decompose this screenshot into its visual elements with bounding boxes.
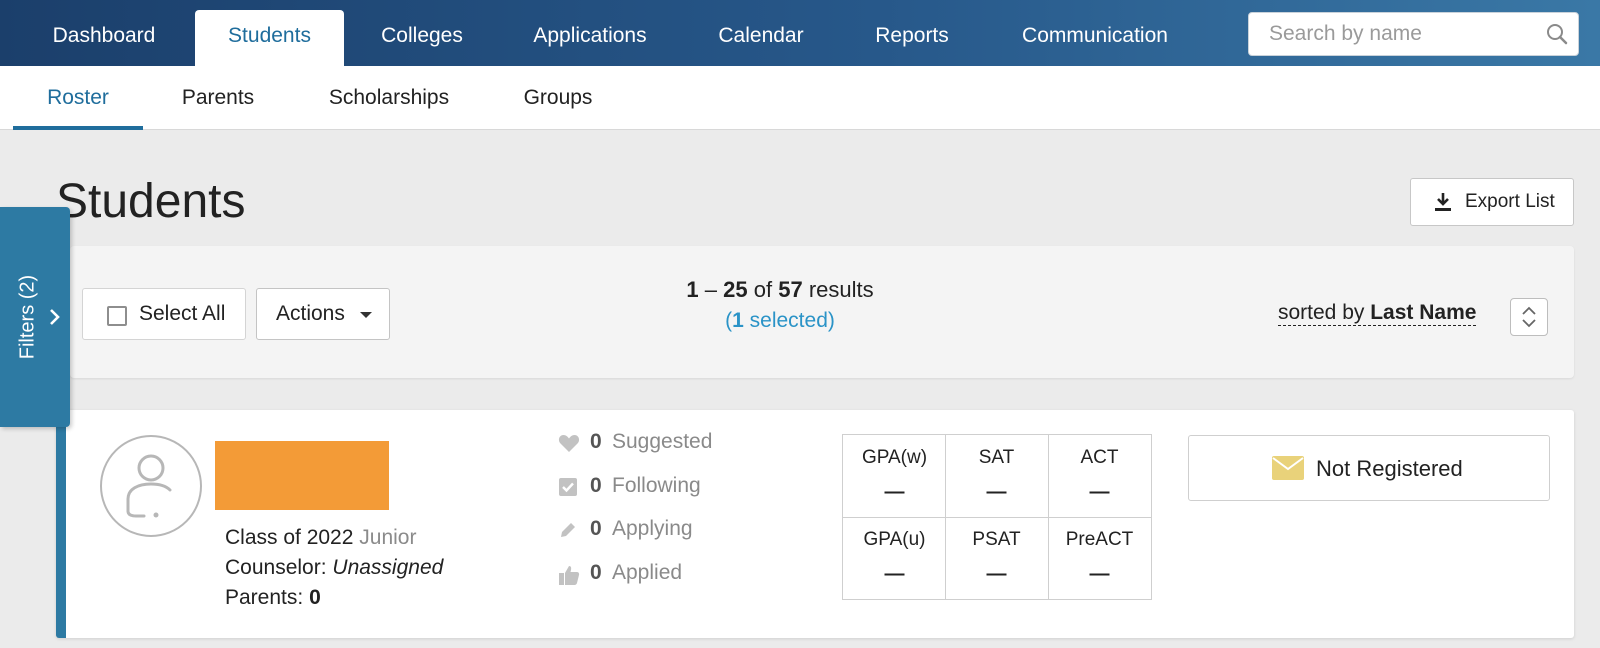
envelope-icon xyxy=(1272,456,1304,480)
class-of: Class of 2022 xyxy=(225,526,354,549)
sub-nav: Roster Parents Scholarships Groups xyxy=(0,66,1600,130)
tab-calendar[interactable]: Calendar xyxy=(698,10,824,66)
parents-count: 0 xyxy=(309,586,321,609)
applying-count: 0 xyxy=(590,517,602,540)
range-end: 25 xyxy=(723,277,748,302)
top-nav: Dashboard Students Colleges Applications… xyxy=(0,0,1600,66)
selected-count: 1 xyxy=(732,309,744,332)
score-gpa-unweighted: GPA(u) — xyxy=(843,517,946,599)
search-icon[interactable] xyxy=(1546,23,1568,45)
score-value: — xyxy=(884,563,905,585)
subtab-scholarships[interactable]: Scholarships xyxy=(314,66,464,130)
applying-label: Applying xyxy=(612,517,693,540)
tab-colleges[interactable]: Colleges xyxy=(360,10,484,66)
score-value: — xyxy=(986,481,1007,503)
sorted-by-field: Last Name xyxy=(1370,301,1477,324)
counselor-line: Counselor: Unassigned xyxy=(225,553,443,583)
results-count: 1 – 25 of 57 results xyxy=(600,277,960,303)
registration-status-button[interactable]: Not Registered xyxy=(1188,435,1550,501)
results-word: results xyxy=(808,277,874,302)
counselor-value: Unassigned xyxy=(332,556,444,579)
sort-order-button[interactable] xyxy=(1510,298,1548,336)
search-box xyxy=(1248,12,1579,56)
following-count: 0 xyxy=(590,474,602,497)
score-label: SAT xyxy=(978,447,1015,468)
of-word: of xyxy=(753,277,773,302)
results-toolbar: Select All Actions 1 – 25 of 57 results … xyxy=(70,246,1574,378)
applied-count: 0 xyxy=(590,561,602,584)
suggested-label: Suggested xyxy=(612,430,713,453)
score-act: ACT — xyxy=(1048,435,1151,517)
score-sat: SAT — xyxy=(945,435,1048,517)
score-label: PSAT xyxy=(972,529,1021,550)
score-label: PreACT xyxy=(1065,529,1134,550)
export-list-button[interactable]: Export List xyxy=(1410,178,1574,226)
student-class-line: Class of 2022 Junior xyxy=(225,523,416,553)
counselor-label: Counselor: xyxy=(225,556,327,579)
score-preact: PreACT — xyxy=(1048,517,1151,599)
sorted-by-prefix: sorted by xyxy=(1278,301,1365,324)
score-label: ACT xyxy=(1080,447,1119,468)
parents-label: Parents: xyxy=(225,586,304,609)
search-input[interactable] xyxy=(1249,13,1539,55)
tab-reports[interactable]: Reports xyxy=(856,10,968,66)
select-all-label: Select All xyxy=(139,302,226,325)
score-label: GPA(w) xyxy=(861,447,928,468)
score-value: — xyxy=(1089,563,1110,585)
subtab-roster[interactable]: Roster xyxy=(13,66,143,130)
selected-word: selected) xyxy=(749,309,835,332)
student-name-redacted[interactable] xyxy=(215,441,389,510)
subtab-groups[interactable]: Groups xyxy=(508,66,608,130)
select-all-button[interactable]: Select All xyxy=(82,288,246,340)
chevron-right-icon xyxy=(50,309,60,325)
caret-down-icon xyxy=(360,312,372,318)
suggested-count: 0 xyxy=(590,430,602,453)
avatar xyxy=(100,435,202,537)
selected-count-link[interactable]: (1 selected) xyxy=(600,309,960,333)
tab-dashboard[interactable]: Dashboard xyxy=(24,10,184,66)
download-icon xyxy=(1435,193,1451,211)
score-psat: PSAT — xyxy=(945,517,1048,599)
tab-communication[interactable]: Communication xyxy=(998,10,1192,66)
score-value: — xyxy=(986,563,1007,585)
pencil-icon xyxy=(561,523,575,537)
tab-applications[interactable]: Applications xyxy=(514,10,666,66)
scores-grid: GPA(w) — SAT — ACT — GPA(u) — PSAT — Pre… xyxy=(842,434,1152,600)
sort-field-selector[interactable]: sorted by Last Name xyxy=(1278,301,1477,326)
heart-icon xyxy=(558,435,580,452)
sort-up-down-icon xyxy=(1522,306,1536,328)
subtab-parents[interactable]: Parents xyxy=(166,66,270,130)
score-value: — xyxy=(884,481,905,503)
registration-status-label: Not Registered xyxy=(1316,456,1463,481)
thumbs-up-icon xyxy=(559,566,580,585)
range-separator: – xyxy=(704,277,717,302)
filters-label: Filters (2) xyxy=(16,274,39,360)
export-list-label: Export List xyxy=(1465,191,1555,212)
score-label: GPA(u) xyxy=(863,529,926,550)
user-icon xyxy=(126,454,172,518)
tab-students[interactable]: Students xyxy=(195,10,344,66)
applied-label: Applied xyxy=(612,561,683,584)
actions-label: Actions xyxy=(276,302,345,325)
range-start: 1 xyxy=(686,277,699,302)
select-all-checkbox[interactable] xyxy=(107,306,127,326)
parents-line: Parents: 0 xyxy=(225,583,321,613)
following-label: Following xyxy=(612,474,701,497)
filters-tab[interactable]: Filters (2) xyxy=(0,207,70,427)
checkbox-icon xyxy=(559,478,577,496)
score-value: — xyxy=(1089,481,1110,503)
page-title: Students xyxy=(56,175,246,228)
student-card[interactable]: Class of 2022 Junior Counselor: Unassign… xyxy=(56,410,1574,638)
grade-level: Junior xyxy=(359,526,417,549)
results-total: 57 xyxy=(778,277,803,302)
actions-dropdown[interactable]: Actions xyxy=(256,288,390,340)
score-gpa-weighted: GPA(w) — xyxy=(843,435,946,517)
